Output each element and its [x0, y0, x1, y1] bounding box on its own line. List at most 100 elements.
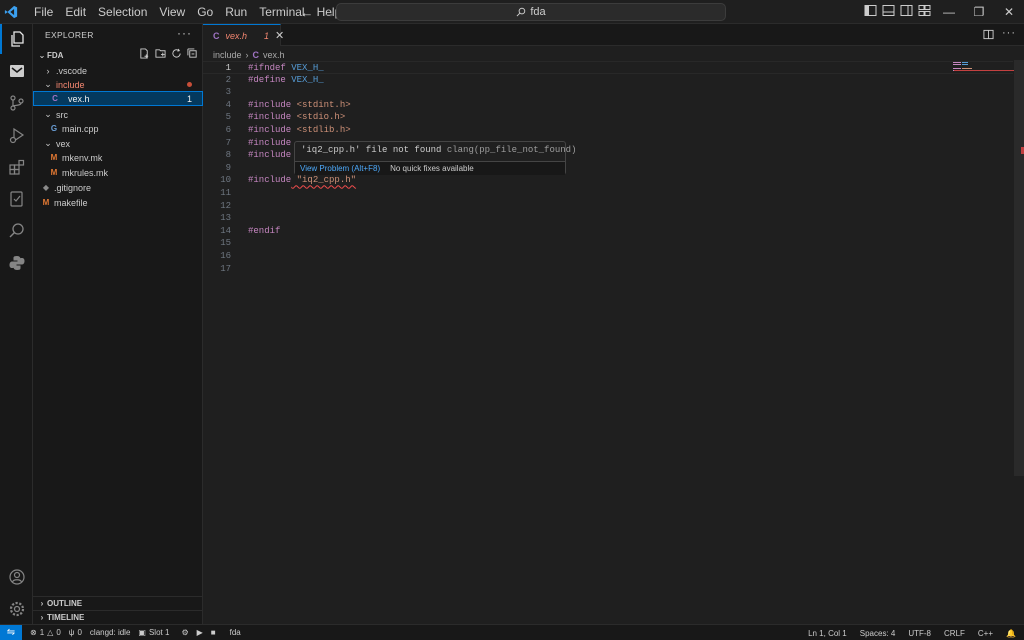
manage-gear-icon[interactable] [0, 594, 33, 624]
more-actions-icon[interactable]: ··· [1002, 28, 1016, 43]
code-line[interactable]: 12 [203, 200, 1013, 213]
view-problem-link[interactable]: View Problem (Alt+F8) [300, 164, 380, 173]
account-icon[interactable] [0, 562, 33, 592]
tree-folder-include[interactable]: ⌄ include [33, 77, 203, 92]
code-line[interactable]: 6 #include <stdlib.h> [203, 124, 1013, 137]
preprocessor-keyword: #ifndef [248, 63, 286, 73]
split-editor-icon[interactable] [983, 28, 994, 43]
breadcrumb-folder[interactable]: include [213, 50, 242, 60]
menu-run[interactable]: Run [219, 0, 253, 24]
code-line[interactable]: 13 [203, 212, 1013, 225]
back-arrow-icon[interactable]: ← [298, 3, 316, 21]
build-icon[interactable]: ⚙ [181, 628, 188, 637]
menu-go[interactable]: Go [191, 0, 219, 24]
line-number: 3 [225, 87, 231, 98]
mail-icon[interactable] [0, 56, 33, 86]
encoding[interactable]: UTF-8 [908, 629, 931, 638]
menu-file[interactable]: File [28, 0, 59, 24]
workspace-folder-header[interactable]: ⌄ FDA [33, 46, 203, 64]
new-file-icon[interactable] [138, 46, 151, 60]
close-tab-icon[interactable]: ✕ [275, 29, 284, 42]
run-debug-icon[interactable] [0, 120, 33, 150]
code-line[interactable]: 10 #include "iq2_cpp.h" [203, 174, 1013, 187]
chevron-right-icon: › [40, 613, 44, 622]
customize-layout-icon[interactable] [918, 4, 931, 18]
unresolved-include: "iq2_cpp.h" [291, 175, 357, 186]
toggle-primary-sidebar-icon[interactable] [864, 4, 877, 18]
tree-file-main-cpp[interactable]: G main.cpp [33, 121, 203, 136]
chevron-down-icon: ⌄ [44, 79, 52, 89]
line-ending[interactable]: CRLF [944, 629, 965, 638]
collapse-all-icon[interactable] [186, 46, 199, 60]
more-actions-icon[interactable]: ··· [177, 26, 192, 40]
new-folder-icon[interactable] [154, 46, 167, 60]
tab-bar: C vex.h 1 ✕ ··· [203, 24, 1024, 46]
code-line[interactable]: 2 #define VEX_H_ [203, 74, 1013, 87]
tree-file-mkrules[interactable]: M mkrules.mk [33, 165, 203, 180]
minimap[interactable] [953, 62, 1013, 82]
command-center-search[interactable]: fda [336, 3, 726, 21]
code-line[interactable]: 11 [203, 187, 1013, 200]
run-play-icon[interactable]: ▶ [197, 628, 203, 637]
search-view-icon[interactable] [0, 216, 33, 246]
code-line[interactable]: 14 #endif [203, 225, 1013, 238]
tree-item-label: mkrules.mk [62, 167, 109, 178]
code-line[interactable]: 3 [203, 86, 1013, 99]
toggle-secondary-sidebar-icon[interactable] [900, 4, 913, 18]
menu-selection[interactable]: Selection [92, 0, 153, 24]
cursor-position[interactable]: Ln 1, Col 1 [808, 629, 847, 638]
code-line[interactable]: 5 #include <stdio.h> [203, 111, 1013, 124]
tree-folder-vex[interactable]: ⌄ vex [33, 136, 203, 151]
line-number: 6 [225, 125, 231, 135]
stop-icon[interactable]: ■ [211, 628, 216, 637]
line-number: 2 [225, 74, 231, 85]
tree-item-label: main.cpp [62, 123, 99, 134]
notifications-bell-icon[interactable]: 🔔 [1006, 629, 1016, 638]
timeline-section[interactable]: › TIMELINE [33, 610, 203, 624]
line-number: 15 [220, 238, 231, 249]
line-argument: <stdint.h> [291, 99, 351, 110]
indentation[interactable]: Spaces: 4 [860, 629, 896, 638]
slot-indicator[interactable]: ▣ Slot 1 [138, 628, 169, 637]
breadcrumb-file[interactable]: vex.h [263, 50, 285, 60]
testing-icon[interactable] [0, 184, 33, 214]
line-number: 8 [225, 150, 231, 161]
refresh-icon[interactable] [170, 46, 183, 60]
tree-folder-vscode[interactable]: › .vscode [33, 63, 203, 78]
extensions-icon[interactable] [0, 152, 33, 182]
code-line[interactable]: 16 [203, 250, 1013, 263]
restore-icon[interactable]: ❐ [964, 0, 994, 24]
problems-indicator[interactable]: ⊗ 1 △ 0 [30, 628, 61, 637]
chevron-right-icon: › [40, 599, 44, 608]
code-line[interactable]: 17 [203, 263, 1013, 276]
clangd-status[interactable]: clangd: idle [90, 628, 130, 637]
minimize-icon[interactable]: — [934, 0, 964, 24]
tree-file-gitignore[interactable]: ◆ .gitignore [33, 180, 203, 195]
tree-file-mkenv[interactable]: M mkenv.mk [33, 150, 203, 165]
project-name[interactable]: fda [230, 628, 241, 637]
explorer-header: EXPLORER ··· [33, 24, 202, 46]
tree-file-vex-h[interactable]: C vex.h 1 [33, 91, 203, 106]
code-line[interactable]: 4 #include <stdint.h> [203, 99, 1013, 112]
python-icon[interactable] [0, 248, 33, 278]
menu-view[interactable]: View [153, 0, 191, 24]
error-hover-popup: 'iq2_cpp.h' file not found clang(pp_file… [294, 141, 576, 175]
language-mode[interactable]: C++ [978, 629, 993, 638]
makefile-icon: M [50, 168, 58, 177]
explorer-icon[interactable] [0, 24, 33, 54]
code-line[interactable]: 1 #ifndef VEX_H_ [203, 61, 1013, 74]
ports-indicator[interactable]: ψ 0 [69, 628, 82, 637]
tab-vex-h[interactable]: C vex.h 1 ✕ [203, 24, 284, 46]
outline-section[interactable]: › OUTLINE [33, 596, 203, 610]
source-control-icon[interactable] [0, 88, 33, 118]
line-source: #include [248, 137, 291, 150]
tree-file-makefile[interactable]: M makefile [33, 195, 203, 210]
toggle-panel-icon[interactable] [882, 4, 895, 18]
remote-icon[interactable]: ⇋ [0, 624, 22, 640]
tree-folder-src[interactable]: ⌄ src [33, 107, 203, 122]
menu-edit[interactable]: Edit [59, 0, 92, 24]
vertical-scrollbar[interactable] [1014, 60, 1024, 476]
code-line[interactable]: 15 [203, 237, 1013, 250]
line-source: #include [248, 149, 291, 162]
close-window-icon[interactable]: ✕ [994, 0, 1024, 24]
